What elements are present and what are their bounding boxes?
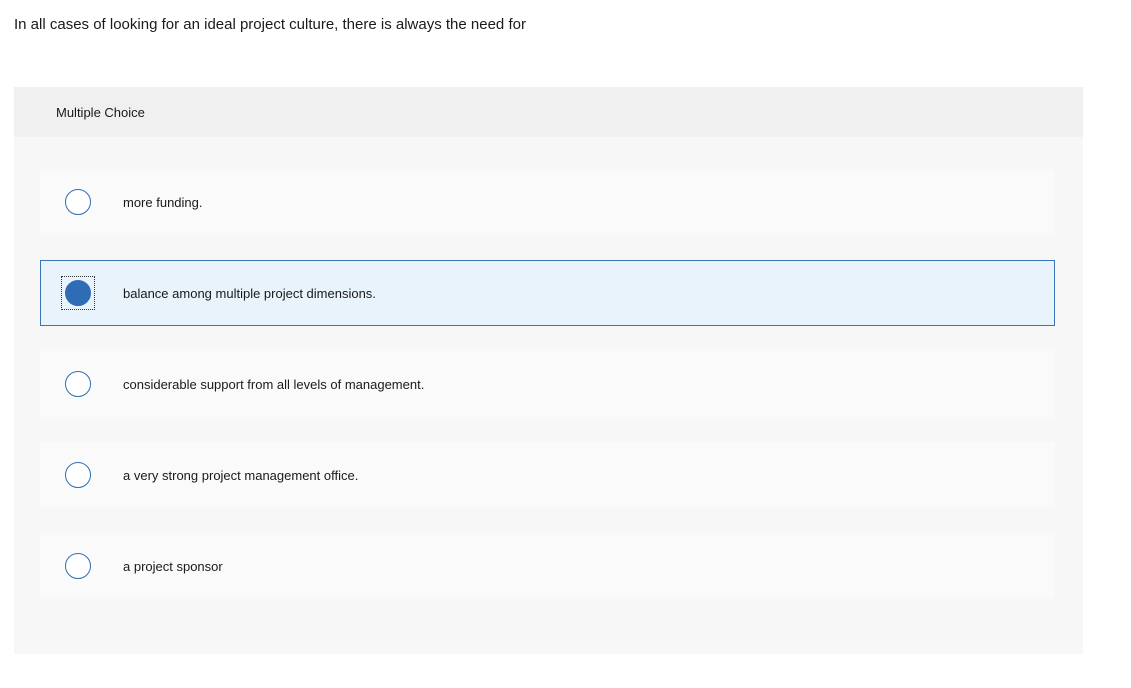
question-text: In all cases of looking for an ideal pro… xyxy=(14,16,526,33)
multiple-choice-panel: Multiple Choice more funding. balance am… xyxy=(14,87,1083,654)
radio-button-selected-icon[interactable] xyxy=(65,280,91,306)
radio-button-icon[interactable] xyxy=(65,462,91,488)
question-type-label: Multiple Choice xyxy=(14,87,1083,137)
radio-focus-ring xyxy=(61,458,95,492)
answer-option-label: a project sponsor xyxy=(123,558,223,574)
answer-option-5[interactable]: a project sponsor xyxy=(40,533,1055,599)
radio-focus-ring xyxy=(61,276,95,310)
radio-focus-ring xyxy=(61,549,95,583)
radio-button-icon[interactable] xyxy=(65,189,91,215)
answer-option-label: a very strong project management office. xyxy=(123,467,359,483)
answer-option-label: balance among multiple project dimension… xyxy=(123,285,376,301)
answer-option-3[interactable]: considerable support from all levels of … xyxy=(40,351,1055,417)
radio-button-icon[interactable] xyxy=(65,371,91,397)
answer-option-label: considerable support from all levels of … xyxy=(123,376,425,392)
answer-options: more funding. balance among multiple pro… xyxy=(40,169,1055,624)
answer-option-1[interactable]: more funding. xyxy=(40,169,1055,235)
answer-option-label: more funding. xyxy=(123,194,203,210)
answer-option-4[interactable]: a very strong project management office. xyxy=(40,442,1055,508)
answer-option-2[interactable]: balance among multiple project dimension… xyxy=(40,260,1055,326)
radio-focus-ring xyxy=(61,367,95,401)
radio-button-icon[interactable] xyxy=(65,553,91,579)
radio-focus-ring xyxy=(61,185,95,219)
